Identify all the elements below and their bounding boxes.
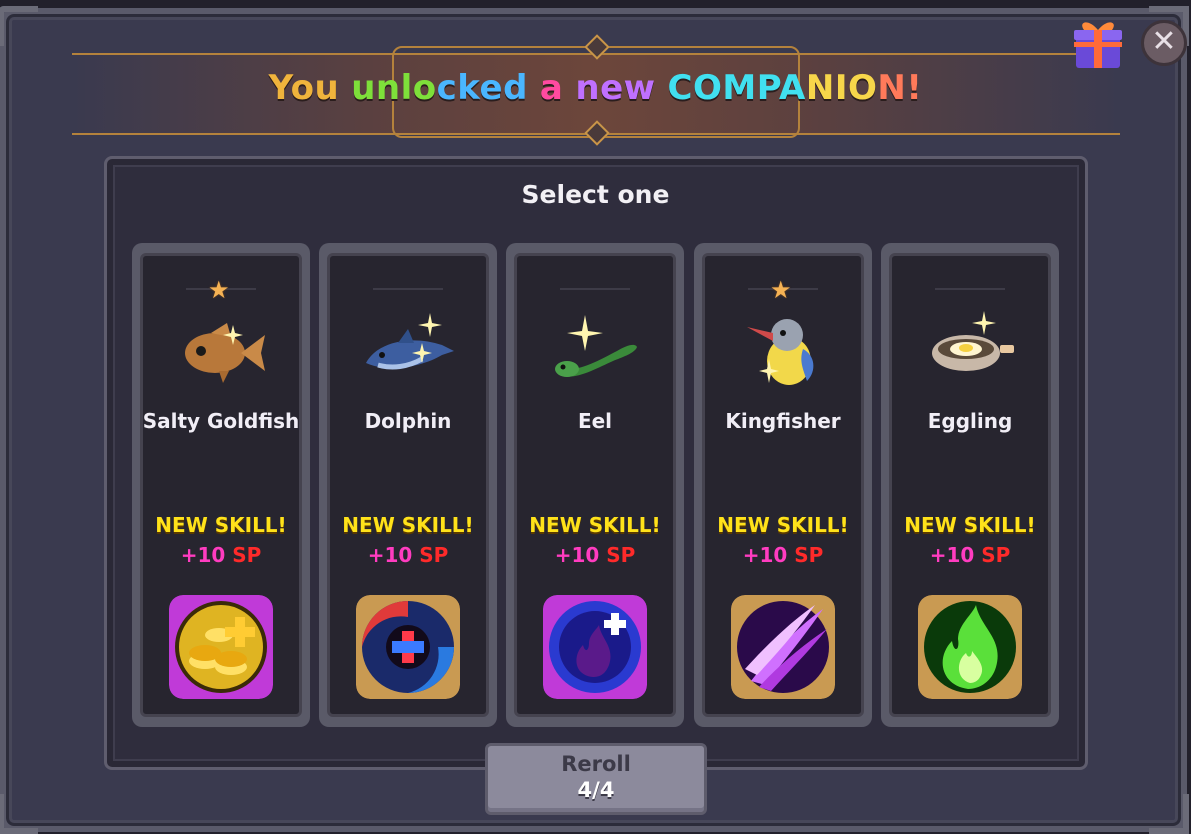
title-fragment: unlo bbox=[351, 68, 437, 108]
gold-coins-icon bbox=[169, 595, 273, 699]
gift-box-icon[interactable] bbox=[1070, 16, 1126, 70]
reroll-label: Reroll bbox=[561, 752, 631, 776]
reroll-button[interactable]: Reroll 4/4 bbox=[485, 743, 707, 815]
companion-name: Salty Goldfish bbox=[142, 409, 300, 433]
select-one-label: Select one bbox=[521, 180, 670, 209]
claw-slash-icon bbox=[731, 595, 835, 699]
sp-reward: +10 SP bbox=[742, 543, 824, 567]
green-flame-icon bbox=[918, 595, 1022, 699]
companion-card[interactable]: ★ Salty Goldfish NEW SKILL! +10 SP bbox=[132, 243, 310, 727]
title-fragment: NIO bbox=[805, 68, 878, 108]
companion-card[interactable]: ★ Kingfisher NEW SKILL! +10 SP bbox=[694, 243, 872, 727]
frame-corner bbox=[0, 794, 38, 834]
companion-card[interactable]: Eggling NEW SKILL! +10 SP bbox=[881, 243, 1059, 727]
companion-name: Kingfisher bbox=[725, 409, 841, 433]
companion-card[interactable]: Dolphin NEW SKILL! +10 SP bbox=[319, 243, 497, 727]
sp-reward: +10 SP bbox=[180, 543, 262, 567]
companion-card[interactable]: Eel NEW SKILL! +10 SP bbox=[506, 243, 684, 727]
eel-icon bbox=[555, 315, 637, 377]
close-button[interactable]: ✕ bbox=[1141, 20, 1187, 66]
vortex-heal-icon bbox=[356, 595, 460, 699]
eggling-icon bbox=[932, 311, 1014, 371]
frame-corner bbox=[0, 6, 38, 46]
companion-name: Eggling bbox=[927, 409, 1013, 433]
goldfish-icon bbox=[185, 323, 265, 383]
dolphin-icon bbox=[366, 313, 454, 370]
title-fragment: cked bbox=[436, 68, 528, 108]
companion-name: Eel bbox=[577, 409, 613, 433]
title-fragment: a bbox=[539, 68, 564, 108]
sp-reward: +10 SP bbox=[367, 543, 449, 567]
sp-reward: +10 SP bbox=[554, 543, 636, 567]
new-skill-label: NEW SKILL! bbox=[904, 513, 1036, 537]
companion-name: Dolphin bbox=[364, 409, 452, 433]
sp-reward: +10 SP bbox=[929, 543, 1011, 567]
reroll-count: 4/4 bbox=[577, 778, 615, 802]
new-skill-label: NEW SKILL! bbox=[717, 513, 849, 537]
title-fragment: new bbox=[575, 68, 656, 108]
close-icon: ✕ bbox=[1151, 24, 1177, 59]
dark-flame-plus-icon bbox=[543, 595, 647, 699]
kingfisher-icon bbox=[747, 319, 814, 385]
title-fragment: You bbox=[268, 68, 340, 108]
new-skill-label: NEW SKILL! bbox=[529, 513, 661, 537]
star-icon: ★ bbox=[208, 276, 230, 304]
unlock-title: You unlocked a new COMPANION! bbox=[0, 68, 1191, 108]
frame-corner bbox=[1149, 794, 1189, 834]
title-fragment: COMPA bbox=[667, 68, 806, 108]
star-icon: ★ bbox=[770, 276, 792, 304]
new-skill-label: NEW SKILL! bbox=[155, 513, 287, 537]
new-skill-label: NEW SKILL! bbox=[342, 513, 474, 537]
title-fragment: N! bbox=[877, 68, 923, 108]
